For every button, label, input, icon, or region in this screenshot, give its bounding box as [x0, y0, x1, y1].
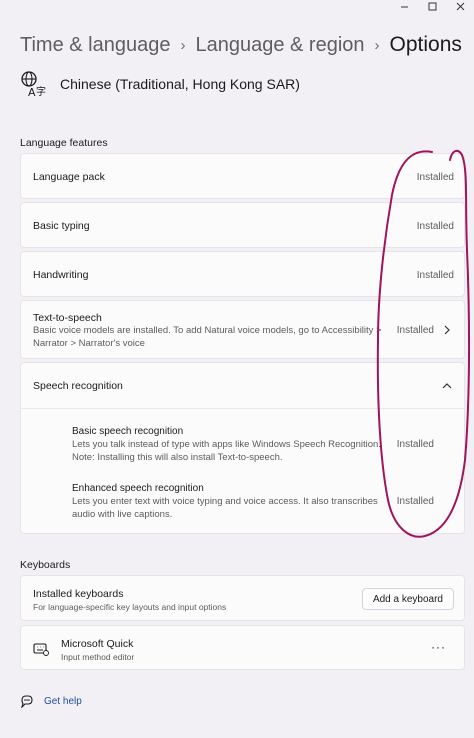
keyboard-icon	[33, 643, 49, 656]
chevron-right-icon: ›	[374, 36, 380, 54]
breadcrumb: Time & language › Language & region › Op…	[20, 33, 474, 57]
installed-keyboards-description: For language-specific key layouts and in…	[33, 602, 227, 612]
text-to-speech-row[interactable]: Text-to-speech Basic voice models are in…	[20, 300, 465, 359]
section-keyboards: Keyboards	[20, 559, 71, 571]
installed-keyboards-label: Installed keyboards	[33, 588, 124, 600]
keyboard-item-label: Microsoft Quick	[61, 638, 134, 650]
basic-typing-status: Installed	[416, 221, 454, 232]
minimize-button[interactable]	[390, 0, 418, 12]
page-title: Options	[389, 33, 462, 56]
maximize-button[interactable]	[418, 0, 446, 12]
get-help-label: Get help	[44, 695, 82, 707]
basic-speech-label: Basic speech recognition	[72, 426, 184, 437]
installed-keyboards-row: Installed keyboards For language-specifi…	[20, 575, 465, 621]
divider	[21, 408, 464, 409]
handwriting-label: Handwriting	[33, 269, 89, 281]
text-to-speech-description-2: Narrator > Narrator's voice	[33, 338, 145, 349]
title-bar	[0, 0, 474, 12]
close-icon	[456, 2, 464, 10]
enhanced-speech-description-2: audio with live captions.	[72, 509, 173, 520]
language-name: Chinese (Traditional, Hong Kong SAR)	[60, 76, 300, 92]
language-pack-label: Language pack	[33, 171, 105, 183]
basic-speech-description-2: Note: Installing this will also install …	[72, 452, 283, 463]
text-to-speech-status: Installed	[396, 325, 434, 336]
language-icon: A 字	[21, 71, 46, 98]
section-language-features: Language features	[20, 137, 108, 149]
chevron-right-icon	[444, 325, 450, 335]
enhanced-speech-status: Installed	[396, 496, 434, 507]
minimize-icon	[400, 6, 408, 7]
breadcrumb-time-language[interactable]: Time & language	[20, 34, 170, 57]
basic-typing-label: Basic typing	[33, 220, 90, 232]
language-pack-status: Installed	[416, 172, 454, 183]
close-button[interactable]	[446, 0, 474, 12]
language-pack-row[interactable]: Language pack Installed	[20, 153, 465, 199]
enhanced-speech-description-1: Lets you enter text with voice typing an…	[72, 496, 378, 507]
chevron-right-icon: ›	[180, 36, 186, 54]
enhanced-speech-label: Enhanced speech recognition	[72, 483, 204, 494]
language-header: A 字 Chinese (Traditional, Hong Kong SAR)	[20, 70, 300, 98]
speech-recognition-label: Speech recognition	[33, 380, 123, 392]
handwriting-status: Installed	[416, 270, 454, 281]
svg-text:字: 字	[36, 85, 46, 98]
text-to-speech-description-1: Basic voice models are installed. To add…	[33, 325, 382, 336]
help-icon	[21, 695, 33, 708]
text-to-speech-label: Text-to-speech	[33, 312, 102, 324]
svg-text:A: A	[28, 86, 36, 98]
add-keyboard-button[interactable]: Add a keyboard	[361, 588, 454, 610]
basic-speech-status: Installed	[396, 439, 434, 450]
more-options-button[interactable]: ···	[431, 640, 446, 654]
breadcrumb-language-region[interactable]: Language & region	[195, 34, 364, 57]
keyboard-item-description: Input method editor	[61, 652, 135, 662]
maximize-icon	[428, 2, 436, 10]
basic-typing-row[interactable]: Basic typing Installed	[20, 202, 465, 248]
handwriting-row[interactable]: Handwriting Installed	[20, 251, 465, 297]
chevron-up-icon[interactable]	[442, 381, 452, 391]
get-help-link[interactable]: Get help	[20, 694, 82, 708]
speech-recognition-panel: Speech recognition Basic speech recognit…	[20, 362, 465, 534]
speech-recognition-header[interactable]: Speech recognition	[21, 363, 464, 408]
keyboard-item-microsoft-quick[interactable]: Microsoft Quick Input method editor ···	[20, 625, 465, 670]
basic-speech-description-1: Lets you talk instead of type with apps …	[72, 439, 381, 450]
